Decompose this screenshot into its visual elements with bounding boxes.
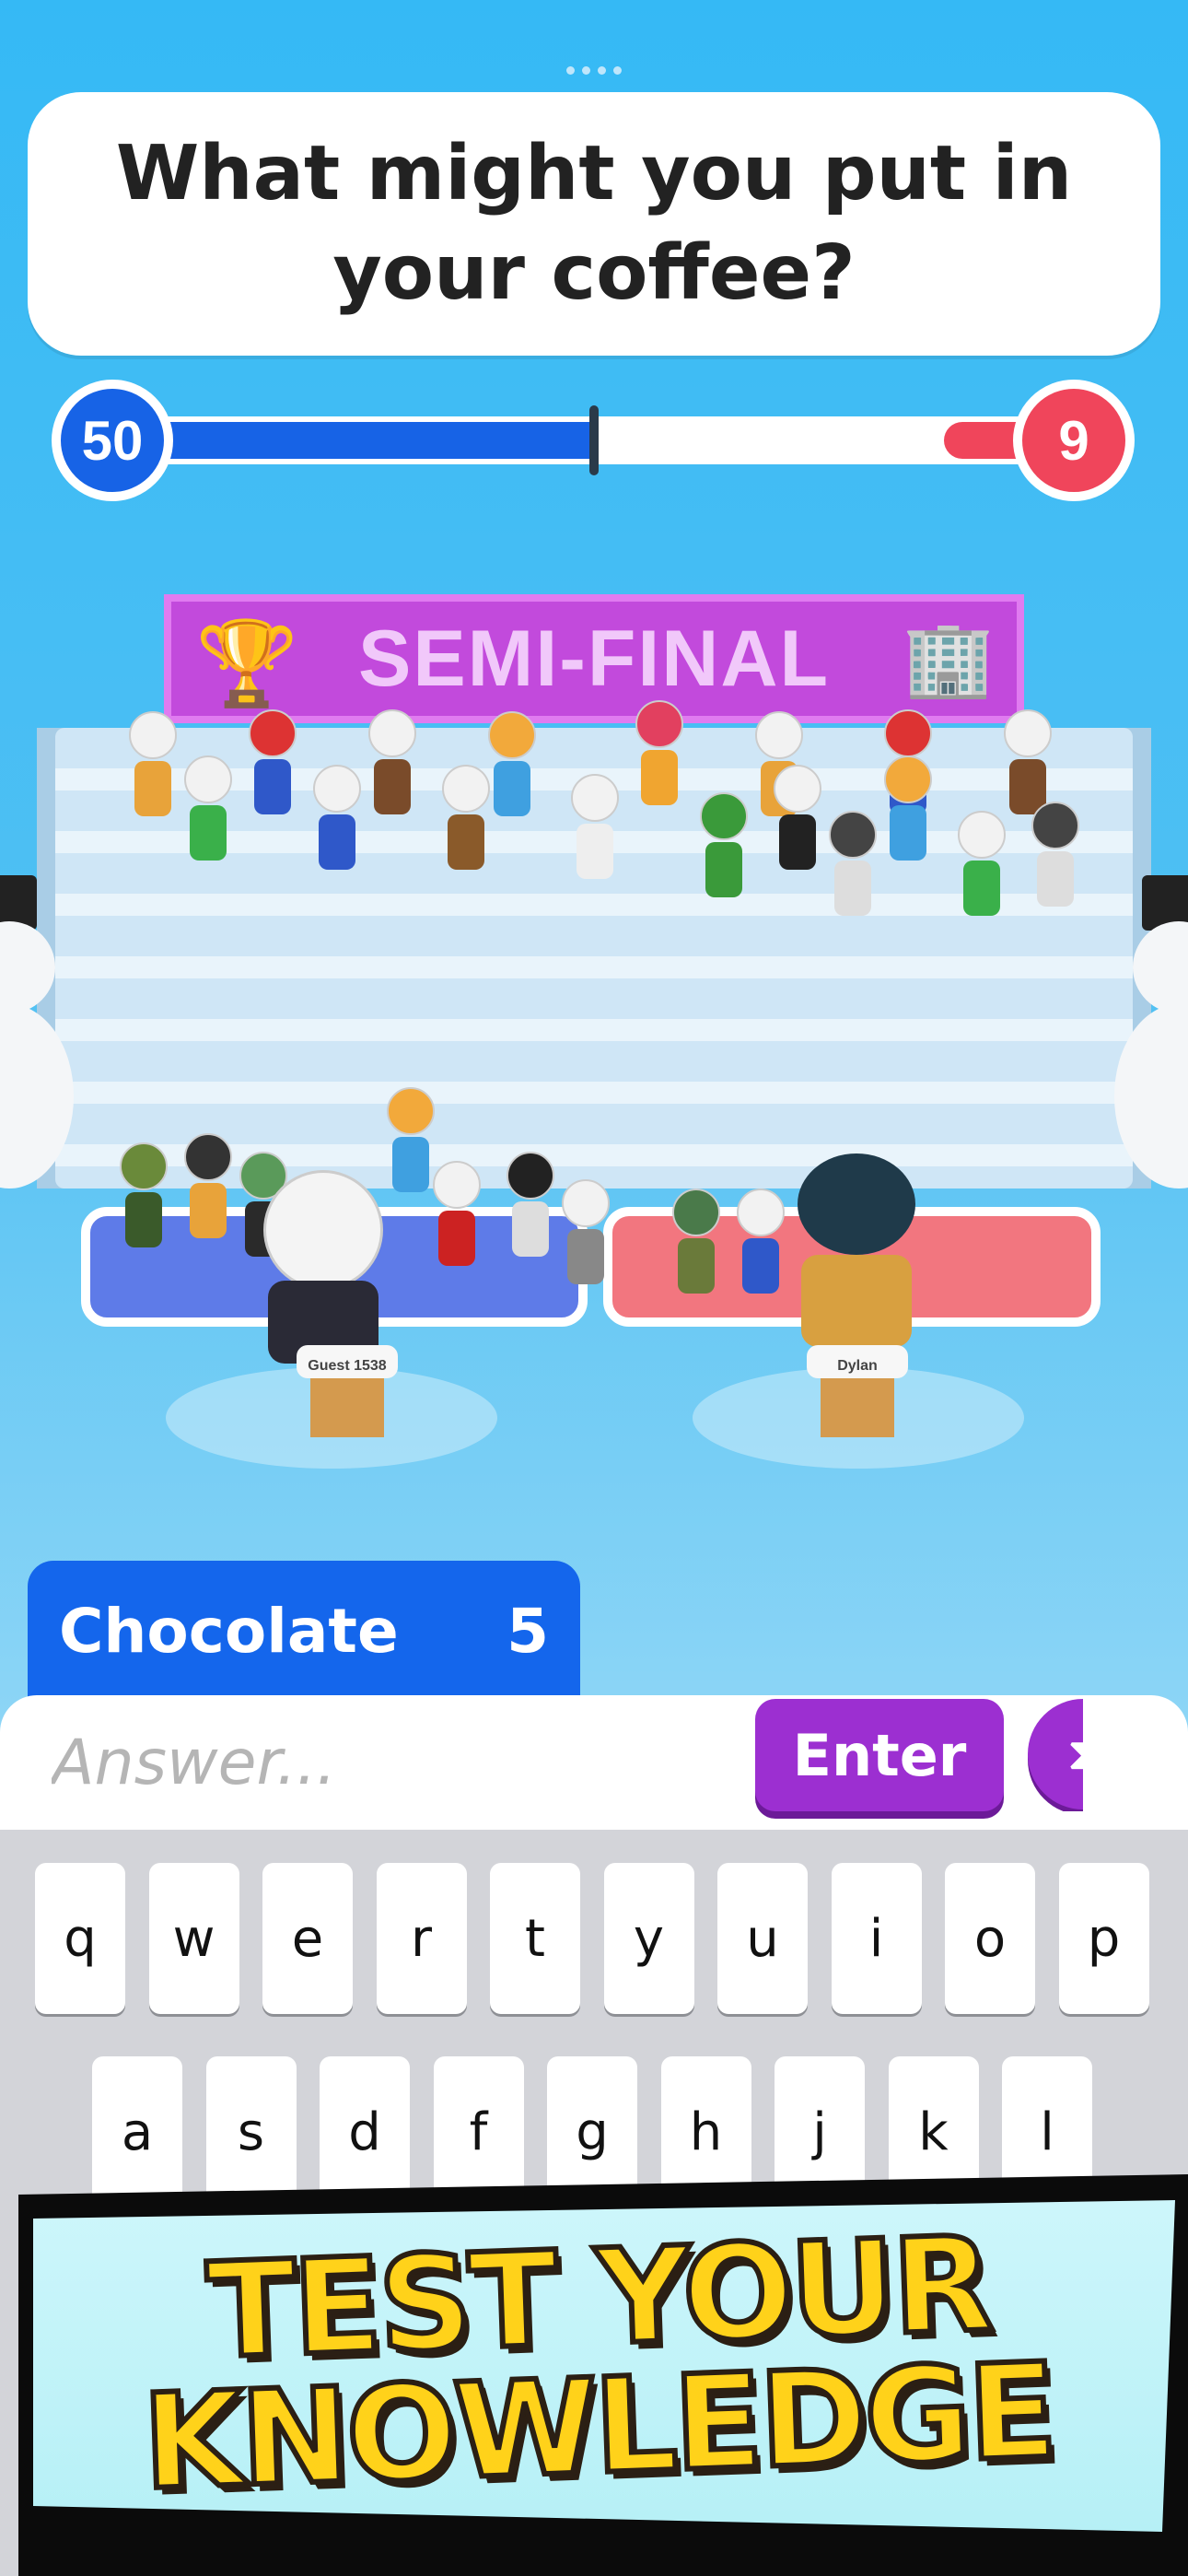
- answer-input[interactable]: [52, 1721, 733, 1804]
- drag-handle: [564, 66, 624, 76]
- key-p[interactable]: p: [1058, 1863, 1149, 2014]
- promo-text: TEST YOUR KNOWLEDGE: [92, 2206, 1105, 2522]
- question-text: What might you put in your coffee?: [115, 130, 1073, 317]
- team-member: [433, 1161, 481, 1271]
- audience-member: [129, 711, 177, 822]
- team-member: [737, 1188, 785, 1299]
- audience-member: [635, 700, 683, 811]
- hourglass-icon: ⧗: [1067, 1727, 1083, 1780]
- key-w[interactable]: w: [148, 1863, 239, 2014]
- audience-member: [1031, 802, 1079, 912]
- audience-member: [488, 711, 536, 822]
- key-t[interactable]: t: [490, 1863, 580, 2014]
- right-score: 9: [1013, 380, 1135, 501]
- player-left-avatar: [263, 1170, 383, 1364]
- enter-button[interactable]: Enter: [755, 1699, 1004, 1811]
- promo-line-2: KNOWLEDGE: [138, 2333, 1059, 2522]
- left-score: 50: [52, 380, 173, 501]
- key-a[interactable]: a: [92, 2056, 182, 2207]
- player-right-avatar: [798, 1153, 915, 1347]
- audience-member: [442, 765, 490, 875]
- key-f[interactable]: f: [433, 2056, 524, 2207]
- hint-button[interactable]: ⧗: [1028, 1699, 1083, 1811]
- audience-member: [774, 765, 821, 875]
- trophy-icon: 🏆: [195, 615, 299, 712]
- key-r[interactable]: r: [376, 1863, 467, 2014]
- audience-member: [313, 765, 361, 875]
- question-card: What might you put in your coffee?: [28, 92, 1160, 356]
- team-member: [387, 1087, 435, 1198]
- key-q[interactable]: q: [35, 1863, 125, 2014]
- team-member: [120, 1142, 168, 1253]
- last-answer-points: 5: [507, 1596, 549, 1667]
- team-member: [507, 1152, 554, 1262]
- audience-member: [368, 709, 416, 820]
- team-member: [184, 1133, 232, 1244]
- team-member: [672, 1188, 720, 1299]
- audience: [92, 700, 1087, 940]
- audience-member: [829, 811, 877, 921]
- audience-member: [958, 811, 1006, 921]
- key-i[interactable]: i: [831, 1863, 922, 2014]
- snowman-left: [0, 875, 74, 1225]
- last-answer-tag: Chocolate 5: [28, 1561, 580, 1699]
- audience-member: [884, 755, 932, 866]
- audience-member: [184, 755, 232, 866]
- last-answer-word: Chocolate: [59, 1596, 399, 1667]
- key-s[interactable]: s: [205, 2056, 297, 2207]
- right-player-name: Dylan: [837, 1358, 878, 1374]
- key-y[interactable]: y: [603, 1863, 694, 2014]
- snowman-right: [1105, 875, 1188, 1225]
- score-bar-left-fill: [101, 422, 599, 459]
- key-u[interactable]: u: [717, 1863, 808, 2014]
- audience-member: [571, 774, 619, 884]
- city-icon: 🏢: [903, 615, 995, 701]
- key-o[interactable]: o: [945, 1863, 1035, 2014]
- audience-member: [700, 792, 748, 903]
- team-member: [562, 1179, 610, 1290]
- left-player-name: Guest 1538: [308, 1358, 387, 1374]
- key-d[interactable]: d: [320, 2056, 410, 2207]
- key-e[interactable]: e: [262, 1863, 353, 2014]
- score-bar-midpoint: [589, 405, 599, 475]
- audience-member: [249, 709, 297, 820]
